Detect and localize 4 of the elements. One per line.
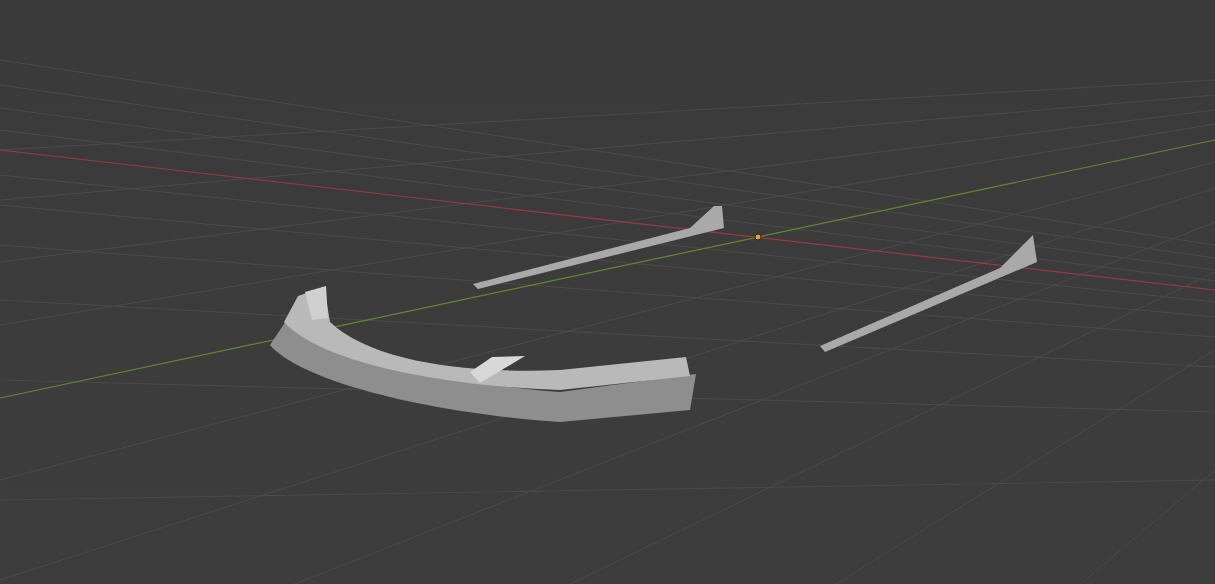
front-lip-drawing[interactable]	[270, 286, 696, 422]
side-skirt-drawing[interactable]	[820, 235, 1037, 352]
origin-marker	[754, 233, 762, 241]
side-skirt-drawing[interactable]	[473, 206, 724, 289]
